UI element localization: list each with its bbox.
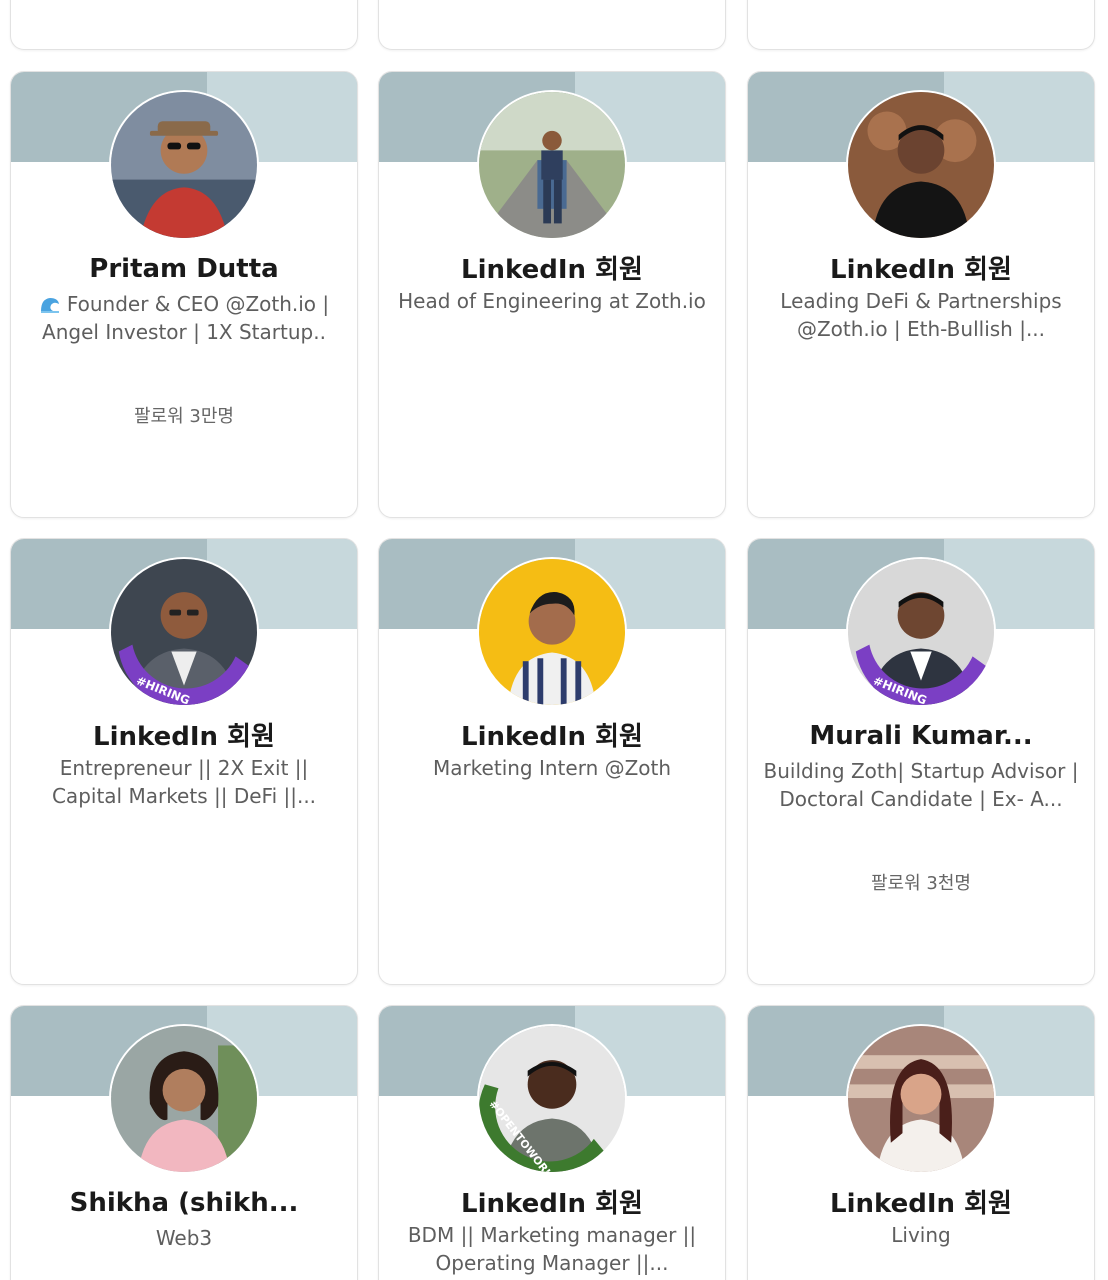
wave-icon	[40, 298, 59, 313]
profile-name[interactable]: LinkedIn 회원	[389, 716, 715, 753]
profile-headline: Founder & CEO @Zoth.io | Angel Investor …	[25, 290, 343, 346]
profile-name[interactable]: Shikha (shikh...	[21, 1188, 347, 1218]
profile-name[interactable]: LinkedIn 회원	[389, 1183, 715, 1220]
profile-name[interactable]: LinkedIn 회원	[389, 249, 715, 286]
profile-card[interactable]: #HIRING LinkedIn 회원 Entrepreneur || 2X E…	[10, 538, 358, 985]
profile-avatar[interactable]	[109, 1024, 259, 1174]
profile-card[interactable]: Shikha (shikh... Web3	[10, 1005, 358, 1280]
profile-card[interactable]: LinkedIn 회원 Head of Engineering at Zoth.…	[378, 71, 726, 518]
profile-name[interactable]: LinkedIn 회원	[21, 716, 347, 753]
follower-count: 팔로워 3천명	[871, 873, 971, 894]
profile-name[interactable]: LinkedIn 회원	[758, 249, 1084, 286]
profile-headline: Leading DeFi & Partnerships @Zoth.io | E…	[780, 289, 1062, 341]
profile-avatar[interactable]	[846, 90, 996, 240]
profile-card[interactable]: #HIRING Murali Kumar... Building Zoth| S…	[747, 538, 1095, 985]
partial-card-1[interactable]	[10, 0, 358, 50]
follower-count: 팔로워 3만명	[134, 406, 234, 427]
profile-card[interactable]: Pritam Dutta Founder & CEO @Zoth.io | An…	[10, 71, 358, 518]
profile-card[interactable]: LinkedIn 회원 Living	[747, 1005, 1095, 1280]
profile-headline: Entrepreneur || 2X Exit || Capital Marke…	[51, 756, 317, 808]
profile-name[interactable]: Pritam Dutta	[21, 254, 347, 284]
profile-headline: Head of Engineering at Zoth.io	[398, 289, 706, 313]
profile-avatar[interactable]: #HIRING	[846, 557, 996, 707]
partial-card-3[interactable]	[747, 0, 1095, 50]
profile-headline: Living	[891, 1223, 951, 1247]
profile-card[interactable]: #OPENTOWORK LinkedIn 회원 BDM || Marketing…	[378, 1005, 726, 1280]
profile-name[interactable]: LinkedIn 회원	[758, 1183, 1084, 1220]
profile-avatar[interactable]: #HIRING	[109, 557, 259, 707]
profile-avatar[interactable]	[846, 1024, 996, 1174]
profile-card[interactable]: LinkedIn 회원 Marketing Intern @Zoth	[378, 538, 726, 985]
profile-headline: BDM || Marketing manager || Operating Ma…	[407, 1223, 697, 1275]
partial-card-2[interactable]	[378, 0, 726, 50]
profile-headline: Building Zoth| Startup Advisor | Doctora…	[763, 759, 1079, 811]
profile-headline: Web3	[155, 1226, 213, 1250]
profile-headline: Marketing Intern @Zoth	[432, 756, 672, 780]
profile-name[interactable]: Murali Kumar...	[758, 721, 1084, 751]
profile-card[interactable]: LinkedIn 회원 Leading DeFi & Partnerships …	[747, 71, 1095, 518]
profile-avatar[interactable]	[477, 557, 627, 707]
profile-avatar[interactable]	[109, 90, 259, 240]
profile-avatar[interactable]: #OPENTOWORK	[477, 1024, 627, 1174]
headline-text: Founder & CEO @Zoth.io | Angel Investor …	[42, 292, 330, 344]
profile-avatar[interactable]	[477, 90, 627, 240]
